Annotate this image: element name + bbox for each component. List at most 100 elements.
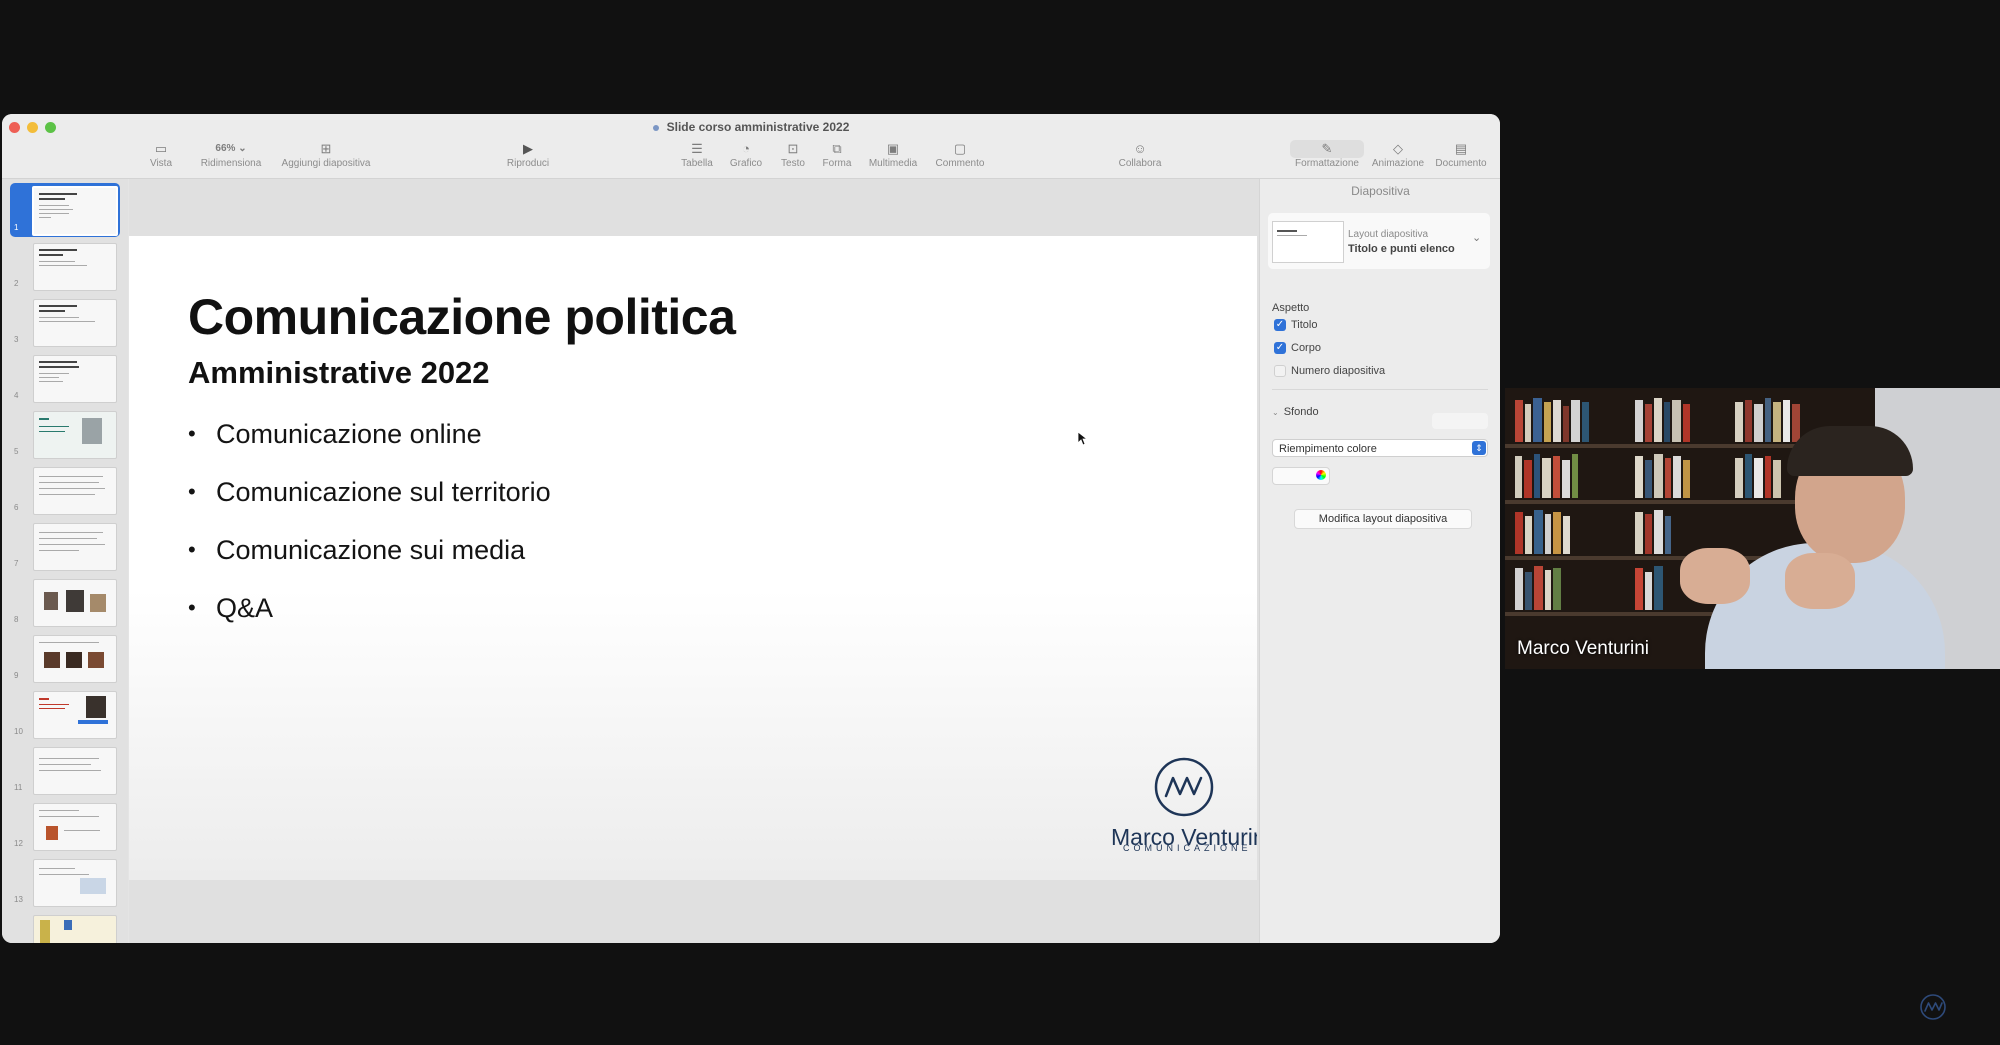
slide-canvas[interactable]: Comunicazione politica Amministrative 20… <box>129 179 1259 943</box>
format-button[interactable]: ✎ Formattazione <box>1290 140 1364 169</box>
chevron-down-icon: ⌄ <box>1472 232 1482 244</box>
slide-thumbnail[interactable]: 1 <box>2 183 128 237</box>
body-checkbox-label: Corpo <box>1291 342 1321 354</box>
background-label: Sfondo <box>1283 406 1319 418</box>
chart-label: Grafico <box>729 158 763 169</box>
slide-thumbnail[interactable]: 13 <box>2 857 128 907</box>
chart-icon: ◔ <box>742 141 750 156</box>
add-slide-button[interactable]: ⊞ Aggiungi diapositiva <box>282 140 371 169</box>
slide-thumbnail[interactable]: 3 <box>2 297 128 347</box>
layout-label: Layout diapositiva <box>1348 229 1429 240</box>
inspector-tab-slide[interactable]: Diapositiva <box>1260 184 1500 198</box>
zoom-button[interactable]: 66% ⌄ Ridimensiona <box>201 140 262 169</box>
chart-button[interactable]: ◔ Grafico <box>730 140 762 169</box>
participant-hand <box>1785 553 1855 609</box>
slide-navigator: 1 2 3 4 5 6 7 8 9 10 11 12 13 <box>2 179 128 943</box>
title-checkbox[interactable]: ✓ Titolo <box>1274 319 1318 332</box>
bullet-marker: • <box>188 421 196 446</box>
paintbrush-icon: ✎ <box>1290 140 1364 158</box>
sidebar-icon: ▭ <box>154 141 168 156</box>
bullet-item[interactable]: • Q&A <box>188 591 551 649</box>
bullet-item[interactable]: • Comunicazione sui media <box>188 533 551 591</box>
media-icon: ▣ <box>886 141 900 156</box>
slide-thumbnail[interactable]: 9 <box>2 633 128 683</box>
shape-button[interactable]: ⧉ Forma <box>823 140 852 169</box>
slide-thumbnail[interactable]: 12 <box>2 801 128 851</box>
play-label: Riproduci <box>506 158 550 169</box>
slide-layout-picker[interactable]: Layout diapositiva Titolo e punti elenco… <box>1268 213 1490 269</box>
bullet-item[interactable]: • Comunicazione online <box>188 417 551 475</box>
slide-number-checkbox[interactable]: ✓ Numero diapositiva <box>1274 365 1386 378</box>
document-button[interactable]: ▤ Documento <box>1435 140 1486 169</box>
body-checkbox[interactable]: ✓ Corpo <box>1274 342 1321 355</box>
mouse-cursor-icon <box>1077 431 1089 451</box>
slide-number: 1 <box>14 223 19 232</box>
fill-type-value: Riempimento colore <box>1279 443 1377 455</box>
bullet-marker: • <box>188 537 196 562</box>
edit-slide-layout-button[interactable]: Modifica layout diapositiva <box>1294 509 1472 529</box>
zoom-value: 66% ⌄ <box>215 143 247 154</box>
bullet-text: Q&A <box>216 593 274 623</box>
bullet-item[interactable]: • Comunicazione sul territorio <box>188 475 551 533</box>
slide-number: 8 <box>14 615 19 624</box>
document-title-text: Slide corso amministrative 2022 <box>666 120 850 134</box>
divider <box>1272 389 1488 390</box>
slide-number: 3 <box>14 335 19 344</box>
slide-thumbnail[interactable]: 10 <box>2 689 128 739</box>
collaborate-button[interactable]: ☺ Collabora <box>1119 140 1162 169</box>
table-icon: ☰ <box>691 141 703 156</box>
collaborate-icon: ☺ <box>1133 141 1147 156</box>
keynote-window: Slide corso amministrative 2022 ▭ Vista 6… <box>2 114 1500 943</box>
current-slide[interactable]: Comunicazione politica Amministrative 20… <box>129 236 1257 880</box>
color-well[interactable] <box>1272 467 1330 485</box>
fill-type-select[interactable]: Riempimento colore ⇕ <box>1272 439 1488 457</box>
slide-number: 7 <box>14 559 19 568</box>
comment-button[interactable]: ▢ Commento <box>936 140 985 169</box>
collaborate-label: Collabora <box>1118 158 1162 169</box>
checkmark-icon: ✓ <box>1274 342 1286 355</box>
text-button[interactable]: ⊡ Testo <box>781 140 805 169</box>
slide-thumbnail[interactable]: 5 <box>2 409 128 459</box>
checkmark-icon: ✓ <box>1274 319 1286 332</box>
document-icon <box>652 124 659 131</box>
participant-name: Marco Venturini <box>1517 638 1650 659</box>
color-wheel-icon[interactable] <box>1316 470 1326 480</box>
text-label: Testo <box>781 158 805 169</box>
slide-thumbnail[interactable]: 4 <box>2 353 128 403</box>
toolbar: Slide corso amministrative 2022 ▭ Vista 6… <box>2 114 1500 179</box>
view-button[interactable]: ▭ Vista <box>150 140 172 169</box>
text-icon: ⊡ <box>787 141 799 156</box>
background-heading[interactable]: ⌄ Sfondo <box>1272 406 1319 418</box>
animate-button[interactable]: ◇ Animazione <box>1372 140 1424 169</box>
slide-title[interactable]: Comunicazione politica <box>188 288 736 346</box>
comment-label: Commento <box>935 158 985 169</box>
slide-bullet-list[interactable]: • Comunicazione online • Comunicazione sul… <box>188 417 551 649</box>
appearance-heading: Aspetto <box>1272 302 1310 314</box>
play-button[interactable]: ▶ Riproduci <box>507 140 549 169</box>
document-icon: ▤ <box>1454 141 1468 156</box>
table-button[interactable]: ☰ Tabella <box>681 140 713 169</box>
add-slide-icon: ⊞ <box>320 141 332 156</box>
slide-thumbnail[interactable]: 2 <box>2 241 128 291</box>
shape-label: Forma <box>822 158 852 169</box>
slide-number: 6 <box>14 503 19 512</box>
document-label: Documento <box>1435 158 1487 169</box>
logo-subtitle: COMUNICAZIONE <box>1123 843 1252 853</box>
format-label: Formattazione <box>1295 158 1359 169</box>
slide-thumbnail[interactable]: 11 <box>2 745 128 795</box>
table-label: Tabella <box>681 158 713 169</box>
slide-number: 5 <box>14 447 19 456</box>
slide-thumbnail[interactable]: 6 <box>2 465 128 515</box>
select-arrows-icon: ⇕ <box>1472 441 1486 455</box>
title-checkbox-label: Titolo <box>1291 319 1318 331</box>
slide-subtitle[interactable]: Amministrative 2022 <box>188 355 490 391</box>
slide-thumbnail[interactable] <box>2 913 128 943</box>
media-button[interactable]: ▣ Multimedia <box>869 140 917 169</box>
slide-number-checkbox-label: Numero diapositiva <box>1291 365 1386 377</box>
slide-number: 10 <box>14 727 23 736</box>
slide-thumbnail[interactable]: 7 <box>2 521 128 571</box>
document-title: Slide corso amministrative 2022 <box>2 120 1500 134</box>
slide-thumbnail[interactable]: 8 <box>2 577 128 627</box>
chevron-down-icon: ⌄ <box>1272 408 1279 417</box>
bullet-text: Comunicazione sul territorio <box>216 477 551 507</box>
